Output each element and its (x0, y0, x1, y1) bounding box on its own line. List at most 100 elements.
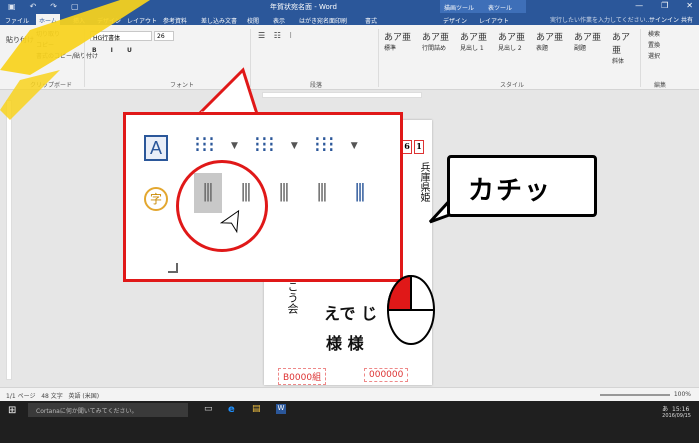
line-spacing-icon[interactable]: ⦀ (346, 173, 374, 213)
editing-group-label: 編集 (654, 82, 667, 89)
align-bottom-icon[interactable]: ⦀ (270, 173, 298, 213)
style-label: 行間詰め (422, 45, 447, 52)
style-label: 副題 (574, 45, 587, 52)
chevron-down-icon[interactable]: ▼ (291, 141, 298, 151)
vertical-ruler[interactable] (6, 100, 12, 380)
tab-insert[interactable]: 挿入 (70, 14, 88, 25)
ime-indicator[interactable]: あ (662, 406, 668, 413)
tab-postcard[interactable]: はがき宛名面印刷 (296, 14, 350, 25)
cut-button[interactable]: 切り取り (36, 29, 60, 38)
text-direction-icon[interactable]: A (144, 135, 168, 161)
horizontal-ruler[interactable] (262, 92, 422, 98)
minimize-button[interactable]: — (635, 1, 643, 10)
restore-button[interactable]: ❐ (661, 1, 668, 10)
status-bar: 1/1 ページ 48 文字 英語 (米国) 100% (0, 387, 699, 401)
find-button[interactable]: 検索 (648, 29, 660, 38)
dialog-launcher-icon[interactable] (168, 263, 178, 273)
tab-view[interactable]: 表示 (270, 14, 288, 25)
phonetic-guide-icon[interactable]: 字 (144, 187, 168, 211)
close-button[interactable]: ✕ (686, 1, 693, 10)
replace-button[interactable]: 置換 (648, 40, 660, 49)
tab-layout[interactable]: レイアウト (124, 14, 160, 25)
style-label: 斜体 (612, 58, 625, 65)
page-count[interactable]: 1/1 ページ (6, 393, 35, 400)
new-doc-icon[interactable]: ▢ (71, 2, 79, 11)
recipient-name: えで じ (324, 304, 378, 323)
style-sample: あア亜 (460, 33, 488, 43)
tell-me-input[interactable]: 実行したい作業を入力してください... (550, 15, 651, 24)
windows-start-icon[interactable]: ⊞ (8, 405, 18, 416)
numbering-icon[interactable]: ⁝⁝⁝ (254, 133, 275, 158)
save-icon[interactable]: ▣ (8, 2, 16, 11)
signin-link[interactable]: サインイン 共有 (649, 15, 693, 24)
style-standard[interactable]: あア亜 標準 (384, 30, 422, 58)
word-app-icon[interactable]: W (276, 404, 286, 414)
style-sample: あア亜 (612, 33, 631, 56)
quick-access-toolbar: ▣ ↶ ↷ ▢ (8, 2, 79, 11)
cortana-search-input[interactable]: Cortanaに何か聞いてみてください。 (28, 403, 188, 417)
explorer-icon[interactable]: ▤ (252, 404, 262, 414)
style-label: 標準 (384, 45, 397, 52)
clock-time[interactable]: 15:16 (672, 406, 689, 413)
tab-review[interactable]: 校閲 (244, 14, 262, 25)
window-title: 年賀状宛名面 - Word (270, 3, 337, 11)
title-bar: ▣ ↶ ↷ ▢ 年賀状宛名面 - Word 描画ツール 表ツール — ❐ ✕ (0, 0, 699, 13)
zoom-level[interactable]: 100% (674, 391, 691, 398)
font-group-label: フォント (170, 82, 195, 89)
click-sound-text: カチッ (468, 176, 553, 206)
style-sample: あア亜 (422, 33, 450, 43)
group-separator (84, 29, 85, 87)
style-label: 表題 (536, 45, 549, 52)
task-view-icon[interactable]: ▭ (204, 404, 214, 414)
honorific: 様 様 (326, 334, 364, 353)
style-sample: あア亜 (536, 33, 564, 43)
word-count[interactable]: 48 文字 (41, 393, 63, 400)
justify-icon[interactable]: ⦀ (308, 173, 336, 213)
tab-design[interactable]: デザイン (94, 14, 124, 25)
chevron-down-icon[interactable]: ▼ (351, 141, 358, 151)
tab-references[interactable]: 参考資料 (160, 14, 190, 25)
zoom-slider[interactable] (600, 394, 670, 396)
style-sample: あア亜 (574, 33, 602, 43)
bullets-icon[interactable]: ⁝⁝⁝ (194, 133, 215, 158)
style-heading1[interactable]: あア亜見出し 1 (460, 30, 498, 58)
style-no-spacing[interactable]: あア亜 行間詰め (422, 30, 460, 58)
postal-digit: 1 (414, 140, 424, 154)
style-title[interactable]: あア亜 表題 (536, 30, 574, 58)
multilevel-list-icon[interactable]: ⁝⁝⁝ (314, 133, 335, 158)
paragraph-buttons[interactable]: ☰ ☷ ⁝ (258, 31, 295, 40)
bottom-left-label: B0000組 (278, 368, 327, 385)
style-label: 見出し 1 (460, 45, 484, 52)
style-heading2[interactable]: あア亜 見出し 2 (498, 30, 536, 58)
style-group-label: スタイル (500, 82, 525, 89)
clipboard-group-label: クリップボード (30, 82, 73, 89)
tab-file[interactable]: ファイル (2, 14, 32, 25)
postal-code-boxes: 6 1 (402, 140, 424, 154)
share-button[interactable]: 共有 (681, 17, 693, 24)
copy-button[interactable]: コピー (36, 40, 54, 49)
callout-tail (195, 67, 260, 117)
status-left: 1/1 ページ 48 文字 英語 (米国) (6, 391, 99, 400)
tab-home[interactable]: ホーム (36, 14, 60, 25)
font-name-select[interactable]: HG行書体 (90, 31, 152, 42)
font-size-select[interactable]: 26 (154, 31, 174, 41)
undo-icon[interactable]: ↶ (30, 2, 37, 11)
tab-table-layout[interactable]: レイアウト (476, 14, 512, 25)
style-sample: あア亜 (498, 33, 526, 43)
redo-icon[interactable]: ↷ (50, 2, 57, 11)
edge-icon[interactable]: e (228, 404, 238, 415)
chevron-down-icon[interactable]: ▼ (231, 141, 238, 151)
group-separator (378, 29, 379, 87)
paste-button[interactable]: 貼り付け (6, 35, 34, 45)
style-subtitle[interactable]: あア亜 副題 (574, 30, 612, 58)
window-controls: — ❐ ✕ (635, 1, 693, 10)
language-indicator[interactable]: 英語 (米国) (68, 393, 99, 400)
context-tab-draw: 描画ツール (440, 0, 482, 13)
style-emphasis[interactable]: あア亜 斜体 (612, 30, 636, 65)
tab-table-design[interactable]: デザイン (440, 14, 470, 25)
font-format-buttons[interactable]: B I U (92, 47, 138, 54)
tab-format[interactable]: 書式 (362, 14, 380, 25)
tab-mailings[interactable]: 差し込み文書 (198, 14, 240, 25)
select-button[interactable]: 選択 (648, 51, 660, 60)
format-painter-button[interactable]: 書式のコピー/貼り付け (36, 51, 98, 60)
